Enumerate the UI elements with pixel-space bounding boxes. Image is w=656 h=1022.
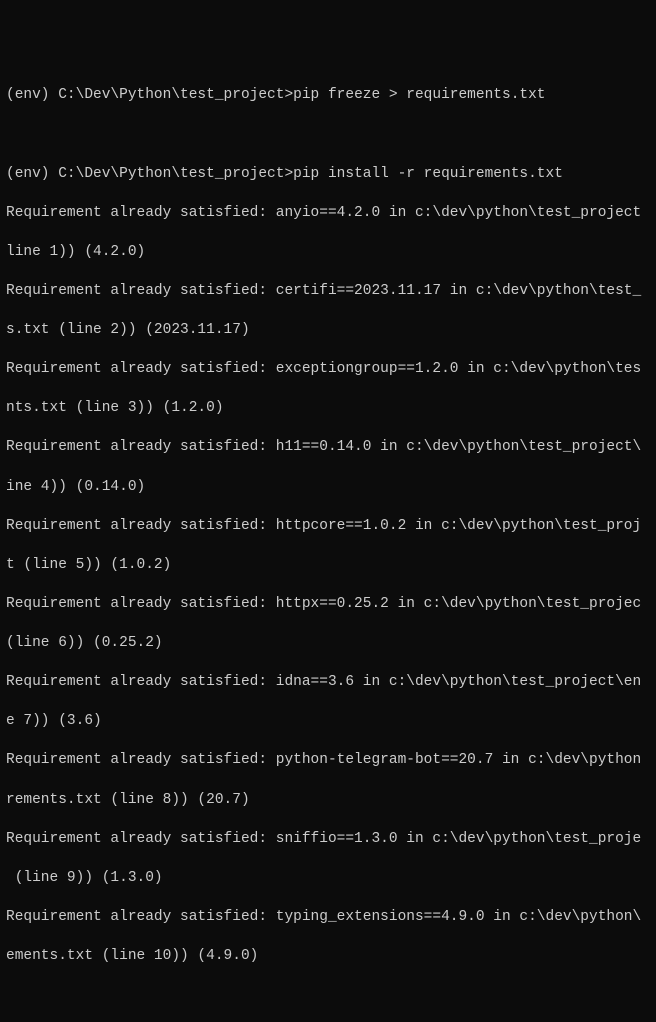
output-line: rements.txt (line 8)) (20.7)	[6, 791, 656, 811]
command-text: pip install -r requirements.txt	[293, 166, 563, 182]
blank-line	[6, 125, 656, 145]
output-line: nts.txt (line 3)) (1.2.0)	[6, 399, 656, 419]
output-line: Requirement already satisfied: exception…	[6, 360, 656, 380]
output-line: (line 9)) (1.3.0)	[6, 869, 656, 889]
output-line: Requirement already satisfied: httpcore=…	[6, 517, 656, 537]
output-line: e 7)) (3.6)	[6, 712, 656, 732]
prompt-line-2: (env) C:\Dev\Python\test_project>pip ins…	[6, 165, 656, 185]
output-line: s.txt (line 2)) (2023.11.17)	[6, 321, 656, 341]
command-text: pip freeze > requirements.txt	[293, 87, 545, 103]
prompt-prefix: (env) C:\Dev\Python\test_project>	[6, 166, 293, 182]
output-line: Requirement already satisfied: python-te…	[6, 751, 656, 771]
output-line: t (line 5)) (1.0.2)	[6, 556, 656, 576]
output-line: Requirement already satisfied: h11==0.14…	[6, 438, 656, 458]
blank-line	[6, 986, 656, 1006]
output-line: Requirement already satisfied: certifi==…	[6, 282, 656, 302]
output-line: Requirement already satisfied: httpx==0.…	[6, 595, 656, 615]
output-line: Requirement already satisfied: sniffio==…	[6, 830, 656, 850]
output-line: Requirement already satisfied: typing_ex…	[6, 908, 656, 928]
output-line: ine 4)) (0.14.0)	[6, 478, 656, 498]
output-line: Requirement already satisfied: idna==3.6…	[6, 673, 656, 693]
prompt-line-1: (env) C:\Dev\Python\test_project>pip fre…	[6, 86, 656, 106]
prompt-prefix: (env) C:\Dev\Python\test_project>	[6, 87, 293, 103]
output-line: ements.txt (line 10)) (4.9.0)	[6, 947, 656, 967]
output-line: (line 6)) (0.25.2)	[6, 634, 656, 654]
output-line: Requirement already satisfied: anyio==4.…	[6, 204, 656, 224]
output-line: line 1)) (4.2.0)	[6, 243, 656, 263]
